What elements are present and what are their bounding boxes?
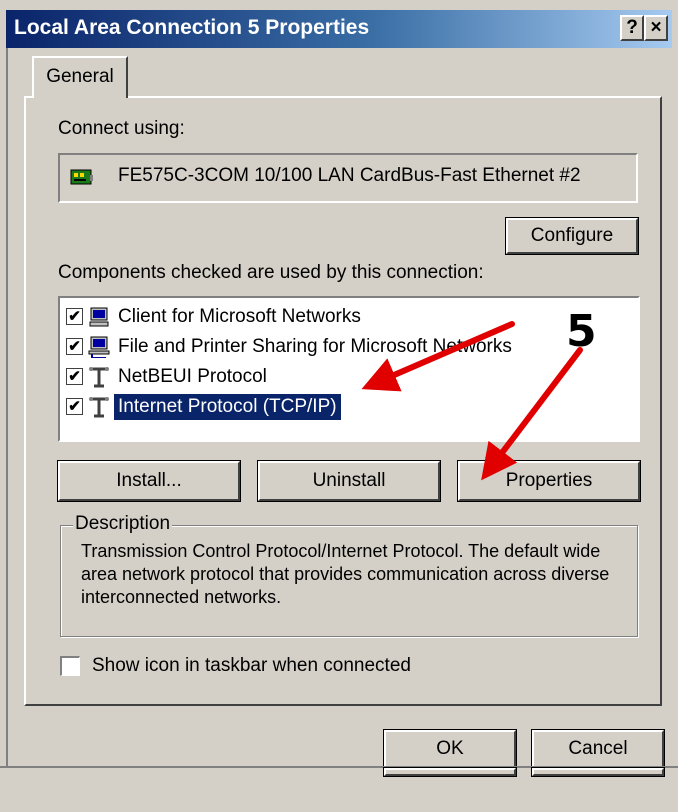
component-label: Client for Microsoft Networks [118, 306, 361, 327]
bottom-strip [0, 766, 678, 812]
uninstall-button[interactable]: Uninstall [257, 460, 441, 502]
configure-button[interactable]: Configure [505, 217, 639, 255]
network-card-icon [70, 169, 93, 185]
ok-button[interactable]: OK [383, 729, 517, 769]
window-title: Local Area Connection 5 Properties [14, 16, 370, 39]
connect-using-label: Connect using: [58, 118, 185, 139]
show-icon-checkbox[interactable] [60, 656, 80, 676]
protocol-icon [89, 397, 109, 418]
component-checkbox[interactable]: ✔ [66, 308, 83, 325]
component-checkbox[interactable]: ✔ [66, 368, 83, 385]
properties-dialog: Local Area Connection 5 Properties ? × G… [0, 0, 678, 812]
adapter-name: FE575C-3COM 10/100 LAN CardBus-Fast Ethe… [118, 165, 581, 186]
adapter-field: FE575C-3COM 10/100 LAN CardBus-Fast Ethe… [58, 153, 638, 203]
component-label: Internet Protocol (TCP/IP) [114, 394, 341, 420]
window-edge [0, 46, 8, 766]
title-bar: Local Area Connection 5 Properties ? × [6, 10, 672, 48]
tab-general[interactable]: General [32, 56, 128, 98]
description-title: Description [73, 513, 173, 535]
cancel-button[interactable]: Cancel [531, 729, 665, 769]
properties-button[interactable]: Properties [457, 460, 641, 502]
background-window-edge [383, 767, 517, 777]
description-text: Transmission Control Protocol/Internet P… [81, 541, 610, 607]
components-label: Components checked are used by this conn… [58, 262, 484, 283]
network-client-icon [89, 307, 109, 327]
component-label: File and Printer Sharing for Microsoft N… [118, 336, 512, 357]
component-label: NetBEUI Protocol [118, 366, 267, 387]
component-checkbox[interactable]: ✔ [66, 398, 83, 415]
install-button[interactable]: Install... [57, 460, 241, 502]
description-group: Description Transmission Control Protoco… [60, 513, 638, 637]
components-list[interactable]: ✔ Client for Microsoft Networks ✔ File a… [58, 296, 640, 442]
network-service-icon [88, 336, 110, 358]
close-button[interactable]: × [644, 15, 668, 41]
help-button[interactable]: ? [620, 15, 644, 41]
protocol-icon [89, 367, 109, 388]
show-icon-label: Show icon in taskbar when connected [92, 655, 411, 676]
background-window-edge [531, 767, 665, 777]
component-checkbox[interactable]: ✔ [66, 338, 83, 355]
